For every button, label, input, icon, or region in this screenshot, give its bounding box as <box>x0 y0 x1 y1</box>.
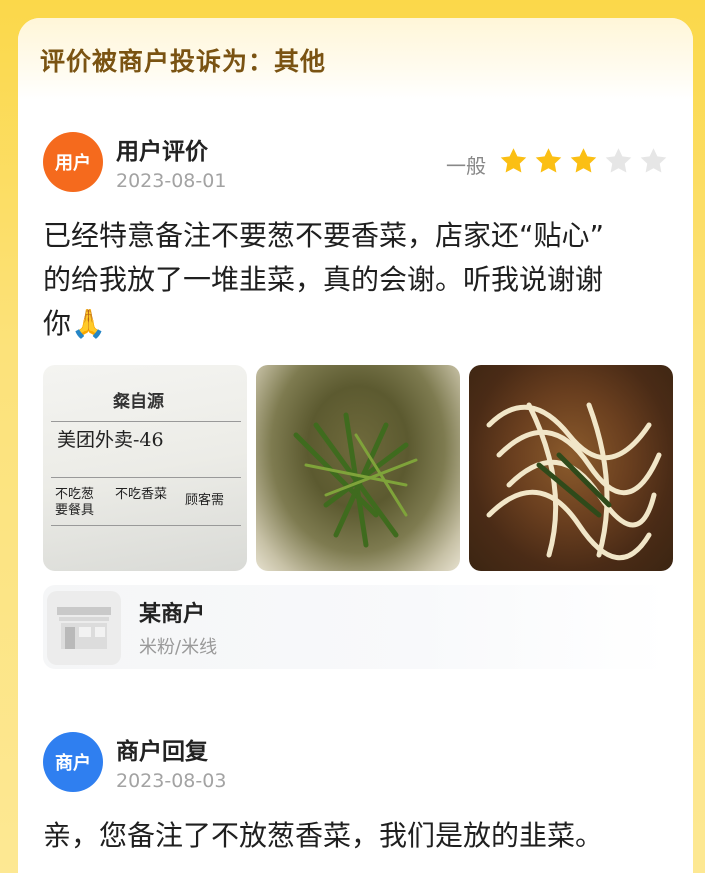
review-body: 已经特意备注不要葱不要香菜，店家还“贴心” 的给我放了一堆韭菜，真的会谢。听我说… <box>43 214 683 346</box>
review-date: 2023-08-01 <box>116 170 227 192</box>
reply-date: 2023-08-03 <box>116 770 227 792</box>
shop-card[interactable]: 某商户 米粉/米线 <box>43 585 669 669</box>
user-avatar[interactable]: 用户 <box>43 132 103 192</box>
receipt-divider <box>51 421 241 422</box>
review-photos: 粲自源 美团外卖-46 不吃葱 不吃香菜 顾客需 要餐具 <box>43 365 673 571</box>
receipt-note: 顾客需 <box>185 493 225 508</box>
noodles-illustration <box>486 402 662 561</box>
receipt-note: 不吃香菜 <box>115 487 168 502</box>
storefront-icon <box>47 591 121 665</box>
star-icon <box>535 148 562 173</box>
food-photo-greens[interactable] <box>256 365 460 571</box>
food-photo-noodles[interactable] <box>469 365 673 571</box>
star-icon <box>640 148 667 173</box>
reply-author: 商户回复 <box>116 739 208 765</box>
review-line: 已经特意备注不要葱不要香菜，店家还“贴心” <box>43 219 605 252</box>
shop-name: 某商户 <box>139 602 206 627</box>
review-line: 的给我放了一堆韭菜，真的会谢。听我说谢谢 <box>43 263 604 296</box>
receipt-divider <box>51 477 241 478</box>
greens-illustration <box>293 412 418 548</box>
receipt-photo[interactable]: 粲自源 美团外卖-46 不吃葱 不吃香菜 顾客需 要餐具 <box>43 365 247 571</box>
merchant-avatar[interactable]: 商户 <box>43 732 103 792</box>
star-rating <box>498 146 669 176</box>
reply-body: 亲，您备注了不放葱香菜，我们是放的韭菜。 <box>43 819 604 852</box>
receipt-shop-title: 粲自源 <box>113 392 164 412</box>
receipt-divider <box>51 525 241 526</box>
receipt-note: 要餐具 <box>55 503 95 518</box>
review-line: 你🙏 <box>43 307 106 340</box>
review-card: 评价被商户投诉为：其他 用户 用户评价 2023-08-01 一般 已经特意备注… <box>18 18 693 873</box>
rating-label: 一般 <box>446 154 486 178</box>
review-author: 用户评价 <box>116 139 208 165</box>
star-icon <box>605 148 632 173</box>
star-icon <box>500 148 527 173</box>
star-icon <box>570 148 597 173</box>
receipt-order-number: 美团外卖-46 <box>57 429 164 451</box>
complaint-banner: 评价被商户投诉为：其他 <box>18 18 693 100</box>
shop-category: 米粉/米线 <box>139 637 218 658</box>
